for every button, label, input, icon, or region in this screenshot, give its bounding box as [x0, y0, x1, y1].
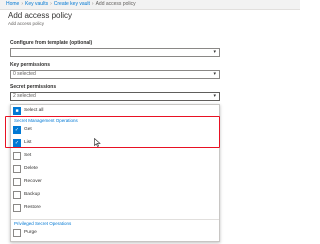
breadcrumb-create-key-vault[interactable]: Create key vault — [54, 1, 90, 7]
key-permissions-select[interactable]: 0 selected ▾ — [10, 70, 220, 79]
permission-option[interactable]: Recover — [11, 177, 219, 187]
chevron-down-icon: ▾ — [213, 49, 216, 55]
permission-checkbox[interactable] — [13, 229, 21, 237]
permission-checkbox[interactable] — [13, 191, 21, 199]
select-all-checkbox[interactable]: ■ — [13, 107, 21, 115]
secret-permissions-value: 2 selected — [13, 93, 36, 99]
permission-label: Purge — [24, 230, 37, 235]
permission-label: Recover — [24, 179, 42, 184]
select-all-label: Select all — [24, 108, 44, 113]
permission-checkbox[interactable]: ✓ — [13, 126, 21, 134]
key-permissions-value: 0 selected — [13, 71, 36, 77]
divider — [11, 116, 219, 117]
permission-option[interactable]: ✓ List — [11, 138, 219, 148]
secret-permissions-label: Secret permissions — [10, 84, 57, 90]
select-all-option[interactable]: ■ Select all — [11, 106, 219, 116]
permission-checkbox[interactable] — [13, 165, 21, 173]
breadcrumb-key-vaults[interactable]: Key vaults — [25, 1, 48, 7]
mouse-pointer-icon — [94, 138, 101, 147]
breadcrumb-separator: › — [91, 1, 94, 7]
permission-label: Set — [24, 153, 32, 158]
breadcrumb-separator: › — [50, 1, 52, 7]
privileged-operations-header: Privileged Secret Operations — [14, 221, 72, 226]
breadcrumb-separator: › — [21, 1, 24, 7]
permission-checkbox[interactable] — [13, 178, 21, 186]
permission-option[interactable]: ✓ Get — [11, 125, 219, 135]
permission-checkbox[interactable]: ✓ — [13, 139, 21, 147]
page-title: Add access policy — [8, 11, 73, 20]
permission-option[interactable]: Delete — [11, 164, 219, 174]
breadcrumb: Home › Key vaults › Create key vault › Add acc… — [6, 1, 136, 8]
permission-option[interactable]: Purge — [11, 228, 219, 238]
key-permissions-label: Key permissions — [10, 62, 51, 68]
permission-option[interactable]: Set — [11, 151, 219, 161]
permission-checkbox[interactable] — [13, 204, 21, 212]
permission-label: Get — [24, 127, 32, 132]
permission-label: Backup — [24, 192, 40, 197]
template-select[interactable]: ▾ — [10, 48, 220, 57]
permission-checkbox[interactable] — [13, 152, 21, 160]
breadcrumb-add-access-policy: Add access policy — [95, 1, 136, 7]
secret-permissions-select[interactable]: 2 selected ▾ — [10, 92, 220, 101]
chevron-down-icon: ▾ — [213, 93, 216, 99]
management-operations-header: Secret Management Operations — [14, 118, 78, 123]
divider — [11, 219, 219, 220]
page-subtitle: Add access policy — [8, 21, 45, 26]
secret-permissions-dropdown: ■ Select all Secret Management Operation… — [10, 104, 220, 242]
chevron-down-icon: ▾ — [213, 71, 216, 77]
permission-label: Restore — [24, 205, 41, 210]
permission-option[interactable]: Backup — [11, 190, 219, 200]
top-bar: Home › Key vaults › Create key vault › Add acc… — [0, 0, 300, 10]
breadcrumb-home[interactable]: Home — [6, 1, 19, 7]
permission-label: List — [24, 140, 32, 145]
permission-label: Delete — [24, 166, 38, 171]
permission-option[interactable]: Restore — [11, 203, 219, 213]
template-label: Configure from template (optional) — [10, 40, 93, 46]
